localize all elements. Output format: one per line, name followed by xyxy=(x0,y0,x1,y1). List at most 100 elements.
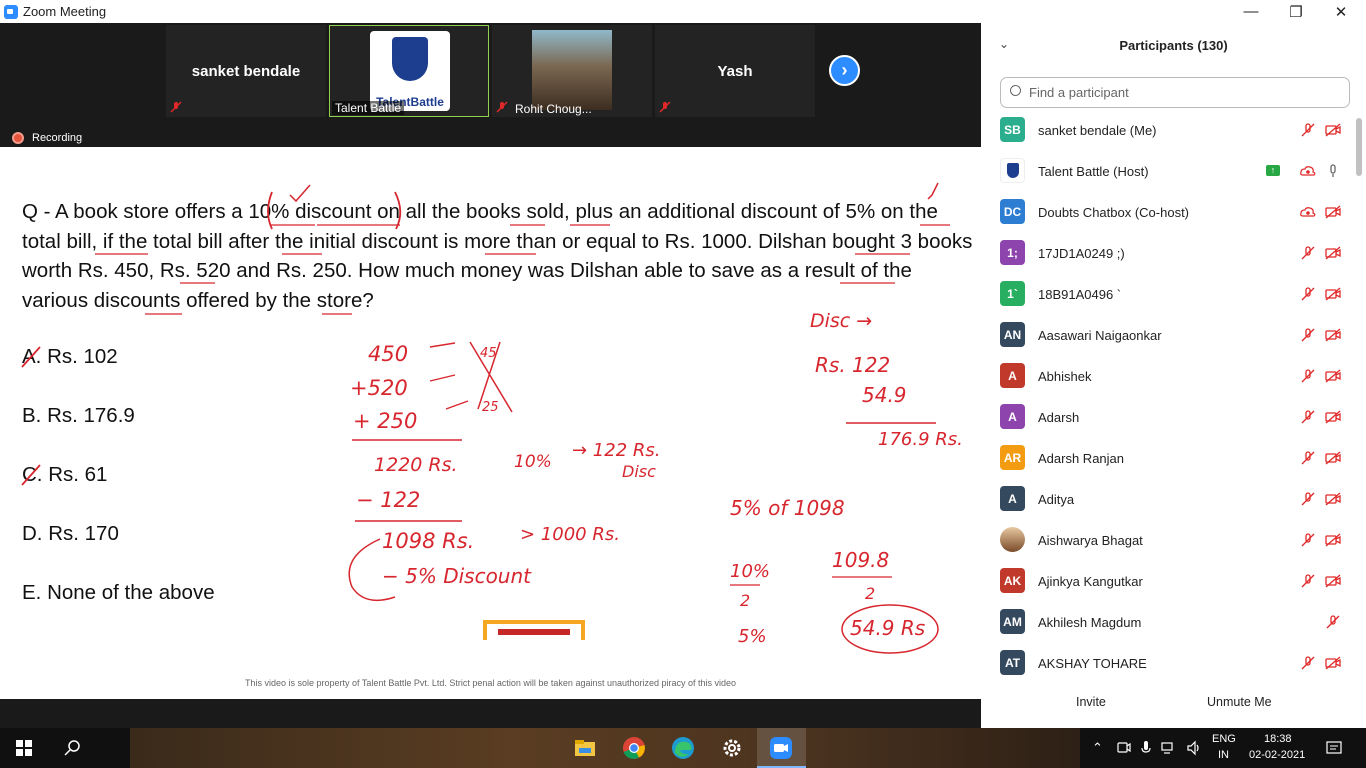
mic-muted-icon[interactable] xyxy=(1300,287,1316,301)
list-item[interactable]: AT AKSHAY TOHARE xyxy=(981,643,1351,676)
meet-now-icon[interactable] xyxy=(1117,741,1131,755)
clock-date[interactable]: 02-02-2021 xyxy=(1249,749,1305,761)
network-icon[interactable] xyxy=(1161,741,1177,755)
mic-muted-icon[interactable] xyxy=(1300,123,1316,137)
panel-header: ⌄ Participants (130) xyxy=(981,23,1366,67)
list-item[interactable]: AR Adarsh Ranjan xyxy=(981,438,1351,479)
video-off-icon[interactable] xyxy=(1325,205,1341,219)
unmute-me-button[interactable]: Unmute Me xyxy=(1207,695,1272,709)
hw-two: 2 xyxy=(740,591,750,610)
participant-name: sanket bendale xyxy=(191,63,301,80)
microphone-tray-icon[interactable] xyxy=(1141,740,1151,756)
video-off-icon[interactable] xyxy=(1325,533,1341,547)
mic-muted-icon[interactable] xyxy=(1300,328,1316,342)
participant-name: Ajinkya Kangutkar xyxy=(1038,574,1143,589)
language-indicator[interactable]: ENG xyxy=(1212,733,1236,745)
recording-label: Recording xyxy=(32,132,83,144)
next-page-button[interactable]: › xyxy=(829,55,860,86)
minimize-button[interactable]: — xyxy=(1228,0,1274,23)
mic-muted-icon[interactable] xyxy=(1300,492,1316,506)
search-icon[interactable] xyxy=(64,739,82,757)
zoom-taskbar-button[interactable] xyxy=(757,728,806,768)
participants-scrollbar[interactable] xyxy=(1356,118,1362,176)
speaker-icon[interactable] xyxy=(1186,740,1202,756)
list-item[interactable]: SB sanket bendale (Me) xyxy=(981,110,1351,151)
avatar: AM xyxy=(1000,609,1025,634)
video-off-icon[interactable] xyxy=(1325,492,1341,506)
hw-54-9-circled: 54.9 Rs xyxy=(850,616,925,640)
mic-muted-icon[interactable] xyxy=(1300,656,1316,670)
chevron-up-icon[interactable]: ⌃ xyxy=(1092,740,1103,756)
taskbar-background-image xyxy=(130,728,1080,768)
list-item[interactable]: AN Aasawari Naigaonkar xyxy=(981,315,1351,356)
hw-5pct: 5% xyxy=(738,626,767,647)
mic-muted-icon[interactable] xyxy=(1300,410,1316,424)
video-off-icon[interactable] xyxy=(1325,123,1341,137)
hw-rs-122: Rs. 122 xyxy=(815,353,890,377)
windows-start-icon[interactable] xyxy=(16,740,32,756)
region-indicator[interactable]: IN xyxy=(1218,749,1229,761)
list-item[interactable]: A Aditya xyxy=(981,479,1351,520)
invite-button[interactable]: Invite xyxy=(1076,695,1106,709)
mic-muted-icon[interactable] xyxy=(1300,451,1316,465)
avatar: AR xyxy=(1000,445,1025,470)
mic-muted-icon[interactable] xyxy=(1300,246,1316,260)
list-item[interactable]: 1` 18B91A0496 ` xyxy=(981,274,1351,315)
hw-250: + 250 xyxy=(353,409,417,433)
chrome-icon[interactable] xyxy=(622,736,646,760)
mic-muted-icon[interactable] xyxy=(1300,369,1316,383)
avatar: A xyxy=(1000,404,1025,429)
video-off-icon[interactable] xyxy=(1325,246,1341,260)
settings-gear-icon[interactable] xyxy=(720,736,744,760)
list-item[interactable]: DC Doubts Chatbox (Co-host) xyxy=(981,192,1351,233)
participant-name: Akhilesh Magdum xyxy=(1038,615,1142,630)
list-item[interactable]: A Adarsh xyxy=(981,397,1351,438)
video-off-icon[interactable] xyxy=(1325,287,1341,301)
list-item[interactable]: 1; 17JD1A0249 ;) xyxy=(981,233,1351,274)
hw-5pct-discount: − 5% Discount xyxy=(382,564,532,588)
file-explorer-icon[interactable] xyxy=(573,736,597,760)
participants-list: SB sanket bendale (Me) Talent Battle (Ho… xyxy=(981,110,1351,676)
hw-two: 2 xyxy=(865,584,875,603)
list-item[interactable]: AK Ajinkya Kangutkar xyxy=(981,561,1351,602)
participant-name: Doubts Chatbox (Co-host) xyxy=(1038,205,1190,220)
hw-450: 450 xyxy=(368,342,408,366)
restore-button[interactable]: ❐ xyxy=(1273,0,1319,23)
video-off-icon[interactable] xyxy=(1325,369,1341,383)
hw-122-rs: → 122 Rs. xyxy=(572,440,661,461)
zoom-icon xyxy=(770,737,792,759)
list-item[interactable]: A Abhishek xyxy=(981,356,1351,397)
hw-5pct-of-1098: 5% of 1098 xyxy=(730,496,845,520)
recording-indicator[interactable]: Recording xyxy=(12,132,82,144)
shield-logo-icon xyxy=(392,37,428,81)
edge-icon[interactable] xyxy=(671,736,695,760)
video-off-icon[interactable] xyxy=(1325,328,1341,342)
notification-center-icon[interactable] xyxy=(1326,740,1342,756)
participant-name: Adarsh xyxy=(1038,410,1080,425)
avatar: A xyxy=(1000,363,1025,388)
clock-time[interactable]: 18:38 xyxy=(1264,733,1292,745)
video-tile[interactable]: Yash xyxy=(655,25,815,117)
video-off-icon[interactable] xyxy=(1325,656,1341,670)
video-off-icon[interactable] xyxy=(1325,574,1341,588)
avatar: A xyxy=(1000,486,1025,511)
video-off-icon[interactable] xyxy=(1325,451,1341,465)
video-tile[interactable]: Rohit Choug... xyxy=(492,25,652,117)
list-item[interactable]: Aishwarya Bhagat xyxy=(981,520,1351,561)
mic-muted-icon[interactable] xyxy=(1300,574,1316,588)
participant-name: sanket bendale (Me) xyxy=(1038,123,1157,138)
mic-muted-icon[interactable] xyxy=(1300,533,1316,547)
hw-54-9: 54.9 xyxy=(862,383,907,407)
list-item[interactable]: Talent Battle (Host) ↑ xyxy=(981,151,1351,192)
search-participant-input[interactable]: Find a participant xyxy=(1000,77,1350,108)
close-button[interactable]: ✕ xyxy=(1318,0,1364,23)
video-tile-active-speaker[interactable]: TalentBattle Talent Battle xyxy=(329,25,489,117)
avatar: 1` xyxy=(1000,281,1025,306)
list-item[interactable]: AM Akhilesh Magdum xyxy=(981,602,1351,643)
mic-muted-icon[interactable] xyxy=(1325,615,1341,629)
video-off-icon[interactable] xyxy=(1325,410,1341,424)
hw-minus-122: − 122 xyxy=(356,488,420,512)
video-tile[interactable]: sanket bendale xyxy=(166,25,326,117)
hw-25: 25 xyxy=(482,400,499,415)
mic-icon[interactable] xyxy=(1325,164,1341,178)
